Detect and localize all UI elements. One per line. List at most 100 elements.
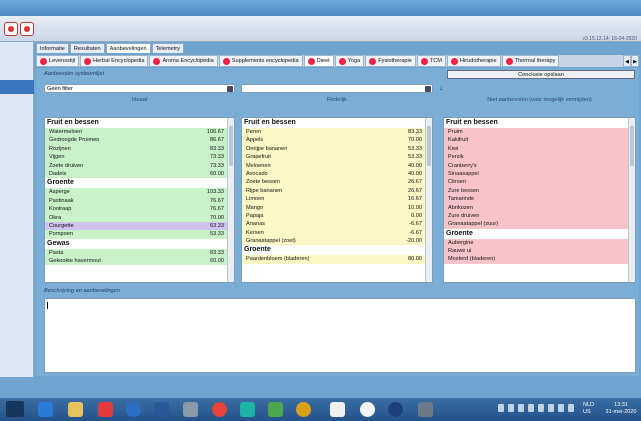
list-item[interactable]: Okra 70.00 [45, 213, 234, 222]
word-icon[interactable] [154, 402, 169, 417]
help-icon[interactable] [126, 402, 141, 417]
file-explorer-icon[interactable] [68, 402, 83, 417]
pdf-reader-icon[interactable] [98, 402, 113, 417]
tab-yoga[interactable]: Yoga [334, 55, 365, 67]
tab-hirudotherapie[interactable]: Hirudotherapie [446, 55, 501, 67]
list-item[interactable]: Pompoen 53.33 [45, 230, 234, 239]
list-item[interactable]: Papaja 0.00 [242, 211, 432, 221]
tray-icon[interactable] [518, 404, 524, 412]
internet-explorer-icon[interactable] [38, 402, 53, 417]
tray-icon[interactable] [498, 404, 504, 412]
tray-icon[interactable] [538, 404, 544, 412]
description-textarea[interactable] [44, 298, 636, 373]
list-item[interactable]: Mosterd (bladeren) [444, 255, 635, 264]
app-icon[interactable] [418, 402, 433, 417]
list-item[interactable]: Perzik [444, 153, 635, 162]
scrollbar-thumb[interactable] [229, 126, 233, 166]
list-item[interactable]: Limoen 16.67 [242, 195, 432, 204]
ideal-food-list[interactable]: Fruit en bessen Watermeloen 106.67 Gedroo… [44, 117, 235, 283]
tray-icon[interactable] [558, 404, 564, 412]
list-item[interactable]: Rauwe ui [444, 247, 635, 256]
system-tool-icon[interactable] [183, 402, 198, 417]
tab-supplements[interactable]: Supplements encyclopedia [218, 55, 303, 67]
list-item[interactable]: Zure bessen [444, 186, 635, 196]
filter-input-2[interactable] [241, 84, 433, 93]
app-logo-icon[interactable] [4, 22, 18, 36]
list-item[interactable]: Rijpe bananen 26.67 [242, 186, 432, 196]
list-item[interactable]: Koolraap 76.67 [45, 205, 234, 214]
tray-icon[interactable] [568, 404, 574, 412]
scrollbar-thumb[interactable] [427, 126, 431, 166]
subtab-telemetry[interactable]: Telemetry [151, 43, 184, 53]
scrollbar-thumb[interactable] [630, 126, 634, 166]
language-indicator[interactable]: NLD US [583, 402, 594, 416]
chrome-icon[interactable] [212, 402, 227, 417]
scrollbar[interactable] [227, 118, 234, 282]
tab-thermal[interactable]: Thermal therapy [501, 55, 560, 67]
tab-herbal[interactable]: Herbal Encyclopedia [80, 55, 149, 67]
app-icon[interactable] [240, 402, 255, 417]
tab-scroll-left-icon[interactable]: ◀ [623, 55, 631, 67]
list-item[interactable]: Peren 83.33 [242, 128, 432, 137]
not-recommended-food-list[interactable]: Fruit en bessen Pruim Kakifruit Kiwi Per… [443, 117, 636, 283]
list-item[interactable]: Zure druiven [444, 211, 635, 221]
subtab-aanbevelingen[interactable]: Aanbevelingen [105, 43, 151, 53]
list-item[interactable]: Kakifruit [444, 136, 635, 145]
tray-icon[interactable] [548, 404, 554, 412]
filter-icon[interactable] [425, 86, 431, 92]
list-item[interactable]: Asperge 103.33 [45, 188, 234, 197]
list-item[interactable]: Rozijnen 83.33 [45, 144, 234, 154]
list-item[interactable]: Pastinaak 76.67 [45, 196, 234, 206]
tab-dieet[interactable]: Dieet [303, 55, 334, 67]
tray-icon[interactable] [528, 404, 534, 412]
list-item-selected[interactable]: Courgette 63.33 [45, 221, 234, 231]
list-item[interactable]: Kersen -6.67 [242, 228, 432, 238]
list-item[interactable]: Abrikozen [444, 203, 635, 212]
list-item[interactable]: Appels 70.00 [242, 136, 432, 145]
list-item[interactable]: Zoete druiven 73.33 [45, 161, 234, 170]
list-item[interactable]: Avocado 40.00 [242, 169, 432, 179]
list-item[interactable]: Zoete bessen 26.67 [242, 178, 432, 187]
tab-levensstijl[interactable]: Levensstijl [36, 55, 80, 67]
list-item[interactable]: Gekookte havermout 60.00 [45, 257, 234, 266]
start-menu-icon[interactable] [6, 401, 24, 417]
list-item[interactable]: Mango 10.00 [242, 203, 432, 212]
filter-icon[interactable] [227, 86, 233, 92]
list-item[interactable]: Pasta 83.33 [45, 248, 234, 258]
subtab-informatie[interactable]: Informatie [36, 43, 69, 53]
app-icon[interactable] [268, 402, 283, 417]
list-item[interactable]: Watermeloen 106.67 [45, 128, 234, 137]
app-icon[interactable] [296, 402, 311, 417]
list-item[interactable]: Ananas -6.67 [242, 220, 432, 229]
list-item[interactable]: Vijgen 73.33 [45, 153, 234, 162]
list-item[interactable]: Granaatappel (zuur) [444, 220, 635, 229]
health-app-icon[interactable] [330, 402, 345, 417]
list-item[interactable]: Granaatappel (zoet) -20.00 [242, 237, 432, 246]
list-item[interactable]: Onrijpe bananen 53.33 [242, 144, 432, 154]
left-selected-item[interactable] [0, 80, 34, 94]
subtab-resultaten[interactable]: Resultaten [69, 43, 105, 53]
app-icon[interactable] [360, 402, 375, 417]
list-item[interactable]: Kiwi [444, 144, 635, 154]
list-item[interactable]: Pruim [444, 128, 635, 137]
reasonable-food-list[interactable]: Fruit en bessen Peren 83.33 Appels 70.00 O… [241, 117, 433, 283]
app-menu-icon[interactable] [20, 22, 34, 36]
scrollbar[interactable] [628, 118, 635, 282]
list-item[interactable]: Paardenbloem (bladeren) 80.00 [242, 255, 432, 264]
list-item[interactable]: Dadels 60.00 [45, 169, 234, 179]
list-item[interactable]: Aubergine [444, 238, 635, 248]
tab-aroma[interactable]: Aroma Encyclopedia [149, 55, 218, 67]
scrollbar[interactable] [425, 118, 432, 282]
tab-fysiotherapie[interactable]: Fysiotherapie [365, 55, 416, 67]
tab-scroll-right-icon[interactable]: ▶ [631, 55, 639, 67]
list-item[interactable]: Tamarinde [444, 195, 635, 204]
filter-input-1[interactable]: Geen filter [44, 84, 235, 93]
save-conclusion-button[interactable]: Conclusie opslaan [447, 70, 635, 79]
clock[interactable]: 13:31 31-mei-2020 [604, 402, 638, 416]
list-item[interactable]: Cranberry's [444, 161, 635, 170]
list-item[interactable]: Grapefruit 53.33 [242, 153, 432, 162]
list-item[interactable]: Gedroogde Pruimen 86.67 [45, 136, 234, 145]
list-item[interactable]: Meloenen 40.00 [242, 161, 432, 170]
hp-icon[interactable] [388, 402, 403, 417]
list-item[interactable]: Sinaasappel [444, 169, 635, 179]
